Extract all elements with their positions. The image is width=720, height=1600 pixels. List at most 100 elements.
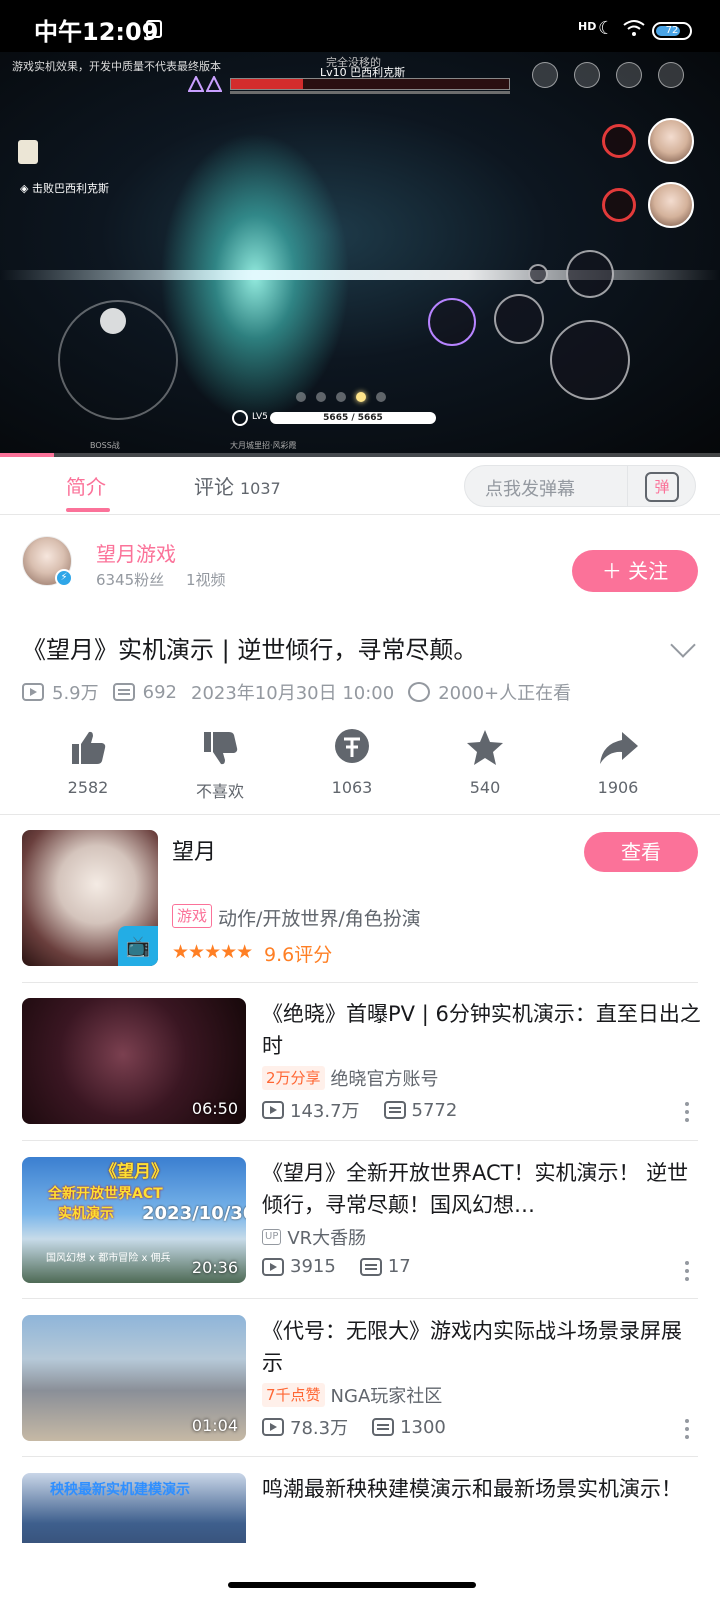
teammate-portrait-1	[648, 118, 694, 164]
vibrate-icon	[146, 20, 162, 38]
coin-button[interactable]: 1063	[302, 726, 402, 797]
comments-count: 1037	[240, 479, 281, 498]
like-button[interactable]: 2582	[38, 726, 138, 797]
moon-icon: ☾	[598, 18, 615, 39]
list-item[interactable]: 《望月》 全新开放世界ACT 实机演示 2023/10/30 国风幻想 x 都市…	[0, 1157, 720, 1297]
coin-count: 1063	[331, 778, 373, 797]
video-notice: 游戏实机效果，开发中质量不代表最终版本	[12, 60, 221, 73]
game-top-icons	[532, 62, 684, 88]
play-count-icon	[262, 1257, 284, 1276]
coin-icon	[335, 729, 369, 763]
video-duration: 01:04	[191, 1416, 238, 1435]
tab-bar: 简介 评论 1037 点我发弹幕 弹	[0, 457, 720, 515]
menu-icon	[658, 62, 684, 88]
game-name: 望月	[172, 840, 217, 865]
danmaku-placeholder: 点我发弹幕	[485, 479, 575, 500]
video-item-title: 鸣潮最新秧秧建模演示和最新场景实机演示！	[262, 1477, 682, 1501]
tab-indicator	[66, 508, 110, 512]
video-item-title: 《望月》全新开放世界ACT！实机演示！ 逆世倾行，寻常尽颠！国风幻想…	[262, 1161, 689, 1217]
video-bottom-label-1: BOSS战	[90, 441, 120, 450]
more-options-icon[interactable]	[684, 1419, 690, 1441]
game-tag: 游戏	[172, 904, 213, 928]
swap-skill-icon	[602, 124, 636, 158]
video-item-stats: 78.3万 1300	[262, 1414, 470, 1440]
quest-text: ◈ 击败巴西利克斯	[20, 182, 109, 195]
view-count: 5.9万	[52, 683, 99, 704]
battery-icon: 72	[652, 22, 692, 40]
share-count: 1906	[597, 778, 639, 797]
danmaku-count-icon	[383, 1101, 406, 1119]
danmaku-input[interactable]: 点我发弹幕 弹	[464, 465, 696, 507]
share-button[interactable]: 1906	[568, 726, 668, 797]
game-card[interactable]: 📺 望月 查看 游戏 动作/开放世界/角色扮演 ★★★★★ 9.6评分	[0, 830, 720, 980]
like-count: 2582	[67, 778, 109, 797]
home-indicator[interactable]	[228, 1582, 476, 1588]
video-item-danmaku: 5772	[411, 1099, 458, 1121]
tab-intro[interactable]: 简介	[66, 471, 106, 500]
video-duration: 06:50	[191, 1099, 238, 1118]
share-icon	[600, 732, 638, 764]
dislike-button[interactable]: 不喜欢	[170, 726, 270, 802]
video-item-uploader: NGA玩家社区	[330, 1386, 443, 1407]
video-thumbnail[interactable]: 《望月》 全新开放世界ACT 实机演示 2023/10/30 国风幻想 x 都市…	[22, 1157, 246, 1283]
thumbnail-bottom-text: 国风幻想 x 都市冒险 x 佣兵	[46, 1253, 171, 1264]
list-item[interactable]: 06:50 《绝晓》首曝PV | 6分钟实机演示：直至日出之时 2万分享 绝晓官…	[0, 998, 720, 1138]
video-item-danmaku: 1300	[400, 1416, 446, 1438]
danmaku-count: 692	[142, 681, 177, 703]
network-label: HD	[578, 20, 597, 33]
quest-icon	[18, 140, 38, 164]
skill-tree-icon	[574, 62, 600, 88]
follow-button[interactable]: ＋ 关注	[572, 550, 698, 592]
more-options-icon[interactable]	[684, 1102, 690, 1124]
uploader-fans: 6345粉丝	[96, 571, 165, 589]
thumbnail-subtitle: 全新开放世界ACT	[48, 1186, 163, 1202]
list-item[interactable]: 01:04 《代号：无限大》游戏内实际战斗场景录屏展示 7千点赞 NGA玩家社区…	[0, 1315, 720, 1455]
game-cover-image[interactable]: 📺	[22, 830, 158, 966]
video-bottom-label-2: 大月城里招·风彩霞	[230, 441, 297, 450]
video-item-tagline: 7千点赞 NGA玩家社区	[262, 1382, 442, 1408]
tab-comments-label: 评论	[194, 475, 234, 499]
video-player[interactable]: 游戏实机效果，开发中质量不代表最终版本 完全没移的 Lv10 巴西利克斯 ◈ 击…	[0, 52, 720, 457]
video-item-stats: 143.7万 5772	[262, 1097, 481, 1123]
thumbnail-title: 秧秧最新实机建模演示	[50, 1482, 190, 1498]
quest-text-label: 击败巴西利克斯	[31, 182, 109, 195]
uploader-name[interactable]: 望月游戏	[96, 538, 176, 567]
watching-icon	[408, 682, 431, 702]
video-thumbnail[interactable]: 06:50	[22, 998, 246, 1124]
thumbs-up-icon	[72, 731, 106, 764]
chevron-down-icon[interactable]	[670, 632, 696, 658]
thumbs-down-icon	[204, 732, 238, 765]
danmaku-count-icon	[359, 1257, 382, 1276]
video-thumbnail[interactable]: 秧秧最新实机建模演示	[22, 1473, 246, 1543]
status-time: 中午12:09	[34, 18, 159, 46]
view-game-button[interactable]: 查看	[584, 832, 698, 872]
video-title: 《望月》实机演示 | 逆世倾行，寻常尽颠。	[22, 636, 478, 664]
tab-comments[interactable]: 评论 1037	[194, 471, 281, 500]
list-divider	[22, 1140, 698, 1141]
danmaku-toggle-icon[interactable]: 弹	[645, 472, 679, 502]
boss-shield-bar	[230, 91, 510, 94]
uploader-avatar[interactable]: ⚡	[22, 536, 73, 587]
more-options-icon[interactable]	[684, 1261, 690, 1283]
video-item-danmaku: 17	[387, 1256, 411, 1277]
video-thumbnail[interactable]: 01:04	[22, 1315, 246, 1441]
list-divider	[22, 982, 698, 983]
list-item[interactable]: 秧秧最新实机建模演示 鸣潮最新秧秧建模演示和最新场景实机演示！	[0, 1473, 720, 1543]
swap-skill-icon-2	[602, 188, 636, 222]
video-meta: 5.9万 692 2023年10月30日 10:00 2000+人正在看	[22, 679, 585, 705]
uploader-videos: 1视频	[186, 571, 226, 589]
video-item-views: 78.3万	[290, 1418, 349, 1439]
danmaku-separator	[627, 466, 628, 506]
video-item-views: 143.7万	[290, 1101, 360, 1122]
favorite-button[interactable]: 540	[435, 726, 535, 797]
video-duration: 20:36	[191, 1258, 238, 1277]
boss-health-bar	[230, 78, 510, 90]
thumbnail-subtitle-2: 实机演示	[58, 1206, 114, 1222]
player-health-text: 5665 / 5665	[323, 413, 383, 423]
wifi-icon	[623, 20, 645, 36]
watching-count: 2000+人正在看	[438, 683, 572, 704]
list-divider	[22, 1456, 698, 1457]
video-item-uploader: VR大香肠	[287, 1228, 367, 1249]
boss-element-icon	[206, 76, 222, 92]
combo-dots	[296, 392, 386, 402]
